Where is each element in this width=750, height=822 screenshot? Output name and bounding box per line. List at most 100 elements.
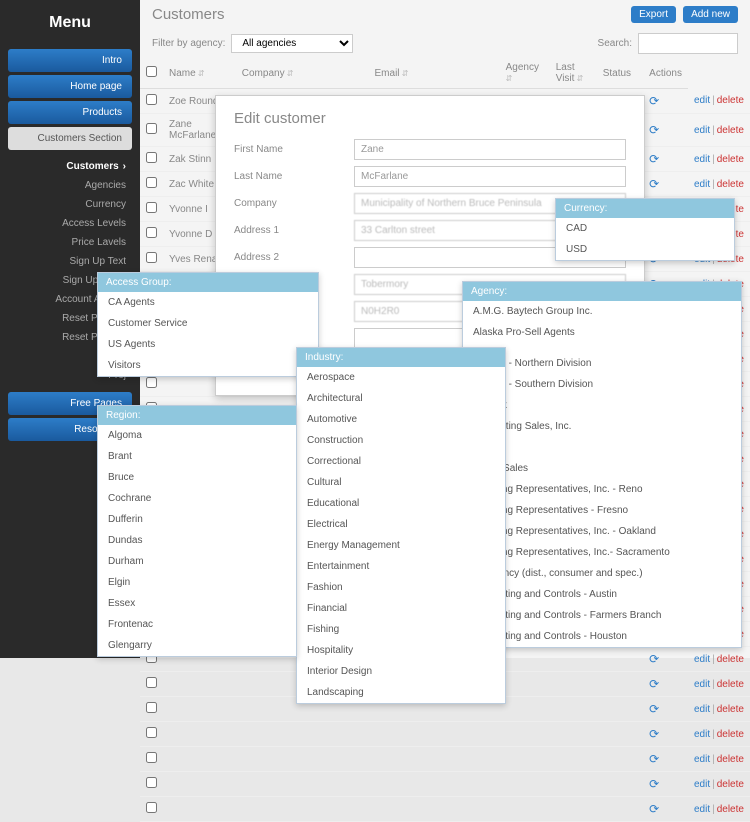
refresh-icon[interactable]: ⟳ [649, 652, 659, 666]
add-new-button[interactable]: Add new [683, 6, 738, 23]
delete-link[interactable]: delete [717, 679, 744, 690]
delete-link[interactable]: delete [717, 154, 744, 165]
refresh-icon[interactable]: ⟳ [649, 802, 659, 816]
delete-link[interactable]: delete [717, 754, 744, 765]
row-checkbox[interactable] [146, 677, 157, 688]
currency-option[interactable]: USD [556, 239, 734, 260]
refresh-icon[interactable]: ⟳ [649, 177, 659, 191]
edit-link[interactable]: edit [694, 95, 710, 106]
industry-option[interactable]: Cultural [297, 472, 505, 493]
first-name-input[interactable] [354, 139, 626, 160]
row-checkbox[interactable] [146, 252, 157, 263]
access-option[interactable]: US Agents [98, 334, 318, 355]
industry-option[interactable]: Aerospace [297, 367, 505, 388]
agency-option[interactable]: A.M.G. Baytech Group Inc. [463, 301, 741, 322]
region-option[interactable]: Frontenac [98, 614, 296, 635]
industry-option[interactable]: Correctional [297, 451, 505, 472]
select-all-checkbox[interactable] [146, 66, 157, 77]
sidebar-item-sign-up-text[interactable]: Sign Up Text [0, 252, 140, 271]
search-input[interactable] [638, 33, 738, 54]
row-checkbox[interactable] [146, 777, 157, 788]
edit-link[interactable]: edit [694, 654, 710, 665]
col-last-visit[interactable]: Last Visit [550, 58, 597, 89]
industry-option[interactable]: Fashion [297, 577, 505, 598]
region-option[interactable]: Cochrane [98, 488, 296, 509]
edit-link[interactable]: edit [694, 754, 710, 765]
edit-link[interactable]: edit [694, 804, 710, 815]
edit-link[interactable]: edit [694, 729, 710, 740]
refresh-icon[interactable]: ⟳ [649, 702, 659, 716]
industry-option[interactable]: Automotive [297, 409, 505, 430]
region-option[interactable]: Durham [98, 551, 296, 572]
edit-link[interactable]: edit [694, 704, 710, 715]
row-checkbox[interactable] [146, 177, 157, 188]
industry-option[interactable]: Architectural [297, 388, 505, 409]
refresh-icon[interactable]: ⟳ [649, 677, 659, 691]
region-option[interactable]: Dufferin [98, 509, 296, 530]
col-agency[interactable]: Agency [500, 58, 550, 89]
refresh-icon[interactable]: ⟳ [649, 777, 659, 791]
delete-link[interactable]: delete [717, 179, 744, 190]
row-checkbox[interactable] [146, 752, 157, 763]
col-name[interactable]: Name [163, 58, 236, 89]
agency-filter-select[interactable]: All agencies [231, 34, 353, 53]
industry-option[interactable]: Landscaping [297, 682, 505, 703]
industry-option[interactable]: Fishing [297, 619, 505, 640]
col-status[interactable]: Status [597, 58, 643, 89]
row-checkbox[interactable] [146, 727, 157, 738]
currency-option[interactable]: CAD [556, 218, 734, 239]
delete-link[interactable]: delete [717, 125, 744, 136]
row-checkbox[interactable] [146, 123, 157, 134]
agency-option[interactable]: Alaska Pro-Sell Agents [463, 322, 741, 343]
delete-link[interactable]: delete [717, 804, 744, 815]
refresh-icon[interactable]: ⟳ [649, 727, 659, 741]
sidebar-btn-home-page[interactable]: Home page [8, 75, 132, 98]
delete-link[interactable]: delete [717, 779, 744, 790]
industry-option[interactable]: Energy Management [297, 535, 505, 556]
region-option[interactable]: Essex [98, 593, 296, 614]
row-checkbox[interactable] [146, 227, 157, 238]
sidebar-item-customers[interactable]: Customers [0, 157, 140, 176]
industry-option[interactable]: Electrical [297, 514, 505, 535]
row-checkbox[interactable] [146, 377, 157, 388]
edit-link[interactable]: edit [694, 679, 710, 690]
sidebar-item-price-lavels[interactable]: Price Lavels [0, 233, 140, 252]
edit-link[interactable]: edit [694, 154, 710, 165]
industry-option[interactable]: Entertainment [297, 556, 505, 577]
delete-link[interactable]: delete [717, 704, 744, 715]
industry-option[interactable]: Construction [297, 430, 505, 451]
export-button[interactable]: Export [631, 6, 676, 23]
industry-option[interactable]: Educational [297, 493, 505, 514]
col-company[interactable]: Company [236, 58, 369, 89]
region-option[interactable]: Bruce [98, 467, 296, 488]
access-option[interactable]: CA Agents [98, 292, 318, 313]
row-checkbox[interactable] [146, 94, 157, 105]
row-checkbox[interactable] [146, 702, 157, 713]
region-option[interactable]: Glengarry [98, 635, 296, 656]
sidebar-btn-customers-section[interactable]: Customers Section [8, 127, 132, 150]
region-option[interactable]: Dundas [98, 530, 296, 551]
sidebar-btn-products[interactable]: Products [8, 101, 132, 124]
edit-link[interactable]: edit [694, 125, 710, 136]
last-name-input[interactable] [354, 166, 626, 187]
edit-link[interactable]: edit [694, 179, 710, 190]
refresh-icon[interactable]: ⟳ [649, 752, 659, 766]
industry-option[interactable]: Interior Design [297, 661, 505, 682]
row-checkbox[interactable] [146, 802, 157, 813]
refresh-icon[interactable]: ⟳ [649, 152, 659, 166]
refresh-icon[interactable]: ⟳ [649, 123, 659, 137]
region-option[interactable]: Elgin [98, 572, 296, 593]
row-checkbox[interactable] [146, 202, 157, 213]
delete-link[interactable]: delete [717, 729, 744, 740]
region-option[interactable]: Brant [98, 446, 296, 467]
sidebar-btn-intro[interactable]: Intro [8, 49, 132, 72]
sidebar-item-access-levels[interactable]: Access Levels [0, 214, 140, 233]
sidebar-item-agencies[interactable]: Agencies [0, 176, 140, 195]
delete-link[interactable]: delete [717, 95, 744, 106]
row-checkbox[interactable] [146, 152, 157, 163]
col-actions[interactable]: Actions [643, 58, 688, 89]
delete-link[interactable]: delete [717, 654, 744, 665]
edit-link[interactable]: edit [694, 779, 710, 790]
col-email[interactable]: Email [369, 58, 500, 89]
region-option[interactable]: Algoma [98, 425, 296, 446]
